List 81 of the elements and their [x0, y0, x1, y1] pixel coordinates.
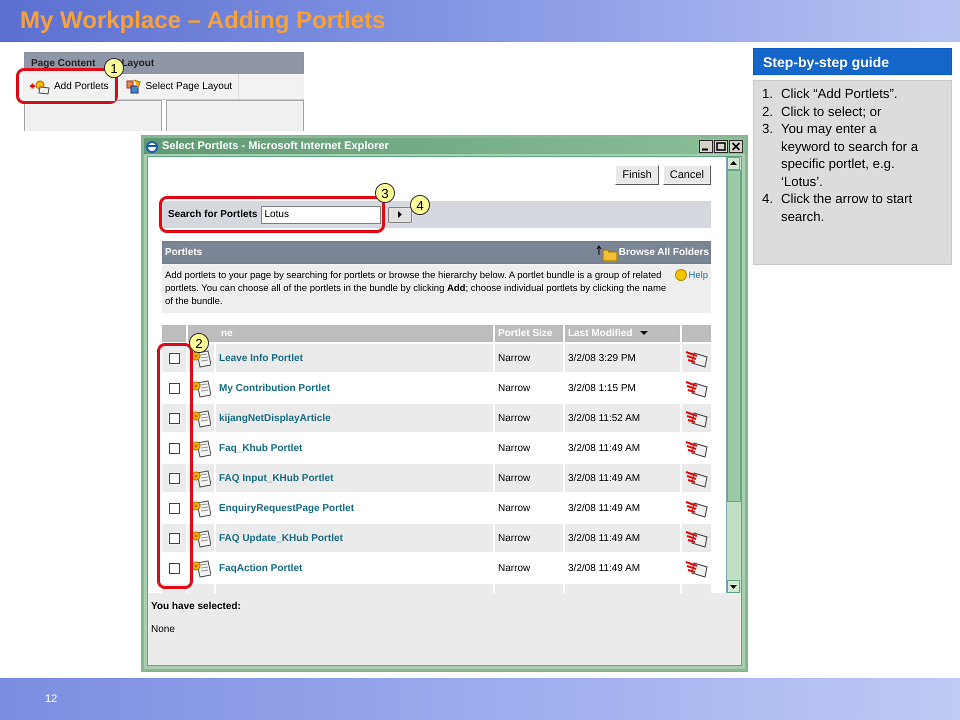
step-number: 3.: [762, 120, 774, 138]
arrow-right-icon: [398, 211, 402, 218]
add-gear-icon: [29, 78, 50, 94]
help-link[interactable]: Help: [675, 269, 708, 308]
search-label: Search for Portlets: [168, 209, 258, 220]
add-document-icon[interactable]: [685, 438, 708, 458]
portlet-icon: [191, 528, 211, 548]
window-title: Select Portlets - Microsoft Internet Explorer: [162, 140, 390, 152]
panel-title: Portlets: [165, 247, 204, 258]
step-text: You may enter a keyword to search for a specific portlet, e.g. ‘Lotus’.: [781, 120, 920, 190]
selection-label: You have selected:: [151, 601, 242, 612]
portlet-icon: [191, 558, 211, 578]
callout-number-badge: 3: [375, 183, 395, 203]
portlet-name-link[interactable]: FAQ Input_KHub Portlet: [219, 472, 334, 484]
portlet-name-link[interactable]: EnquiryRequestPage Portlet: [219, 502, 354, 514]
column-header: Portlet Size: [495, 325, 563, 342]
dialog-button[interactable]: Finish: [615, 165, 659, 185]
table-cell: 3/2/08 11:52 AM: [565, 404, 680, 432]
layout-icon: [124, 78, 142, 95]
minimize-icon[interactable]: [699, 140, 713, 152]
step-text: Click to select; or: [781, 102, 882, 120]
add-document-icon[interactable]: [685, 468, 708, 488]
add-document-icon[interactable]: [685, 378, 708, 398]
add-document-icon[interactable]: [685, 348, 708, 368]
checkbox[interactable]: [168, 382, 180, 394]
portlet-name-link[interactable]: Leave Info Portlet: [219, 352, 303, 364]
search-field[interactable]: Lotus: [261, 206, 382, 224]
portlet-icon: [191, 468, 211, 488]
portlet-name-link[interactable]: My Contribution Portlet: [219, 382, 330, 394]
table-cell: 3/2/08 11:49 AM: [565, 464, 680, 492]
portlet-icon: [191, 408, 211, 428]
close-icon[interactable]: [729, 140, 743, 152]
portlet-icon: [191, 498, 211, 518]
checkbox[interactable]: [168, 472, 180, 484]
add-document-icon[interactable]: [685, 558, 708, 578]
folder-up-icon: [596, 244, 617, 260]
portlet-name-link[interactable]: FAQ Update_KHub Portlet: [219, 532, 343, 544]
checkbox[interactable]: [168, 352, 180, 364]
panel-description: Add portlets to your page by searching for portlets or browse the hierarchy below. A portlet bundle is a group of related portlets. You can choose all of the portlets in the bundle by clicking Add; choose individual portlets by clicking the name of the bundle.: [165, 269, 668, 308]
step-number: 2.: [762, 102, 774, 120]
step-text: Click “Add Portlets”.: [781, 85, 898, 102]
table-cell: Narrow: [495, 464, 563, 492]
portlet-name-link[interactable]: kijangNetDisplayArticle: [219, 412, 331, 424]
header-cell: [162, 325, 186, 342]
table-cell: Narrow: [495, 404, 563, 432]
portlet-name-link[interactable]: Faq_Khub Portlet: [219, 442, 302, 454]
search-arrow-button[interactable]: [388, 206, 412, 222]
table-cell: 3/2/08 11:49 AM: [565, 524, 680, 552]
checkbox[interactable]: [168, 442, 180, 454]
checkbox[interactable]: [168, 502, 180, 514]
header-cell: [682, 325, 711, 342]
step-text: Click the arrow to start search.: [781, 190, 914, 225]
table-cell: Narrow: [495, 344, 563, 372]
browse-folders-link[interactable]: Browse All Folders: [596, 244, 709, 260]
guide-title: Step-by-step guide: [753, 48, 952, 75]
step-number: 4.: [762, 190, 774, 208]
checkbox[interactable]: [168, 412, 180, 424]
add-document-icon[interactable]: [685, 498, 708, 518]
scrollbar[interactable]: [726, 157, 741, 593]
browser-logo-icon: [146, 140, 158, 152]
selection-value: None: [151, 624, 175, 635]
checkbox[interactable]: [168, 562, 180, 574]
checkbox[interactable]: [168, 532, 180, 544]
table-cell: Narrow: [495, 524, 563, 552]
add-document-icon[interactable]: [685, 528, 708, 548]
dialog-button[interactable]: Cancel: [662, 165, 711, 185]
portlet-icon: [191, 378, 211, 398]
table-cell: 3/2/08 3:29 PM: [565, 344, 680, 372]
section-header-text: Layout: [121, 58, 154, 68]
callout-number-badge: 4: [410, 195, 430, 215]
portlet-name-link[interactable]: FaqAction Portlet: [219, 562, 302, 574]
page-number: 12: [45, 693, 58, 705]
slide-title: My Workplace – Adding Portlets: [20, 7, 386, 35]
section-header-text: Page Content: [31, 58, 96, 68]
help-icon: [675, 269, 688, 281]
step-number: 1.: [762, 85, 774, 102]
scrollbar-thumb[interactable]: [727, 170, 741, 502]
add-document-icon[interactable]: [685, 408, 708, 428]
sort-descending-icon[interactable]: [640, 331, 648, 336]
maximize-icon[interactable]: [714, 140, 728, 152]
portlet-icon: [191, 438, 211, 458]
